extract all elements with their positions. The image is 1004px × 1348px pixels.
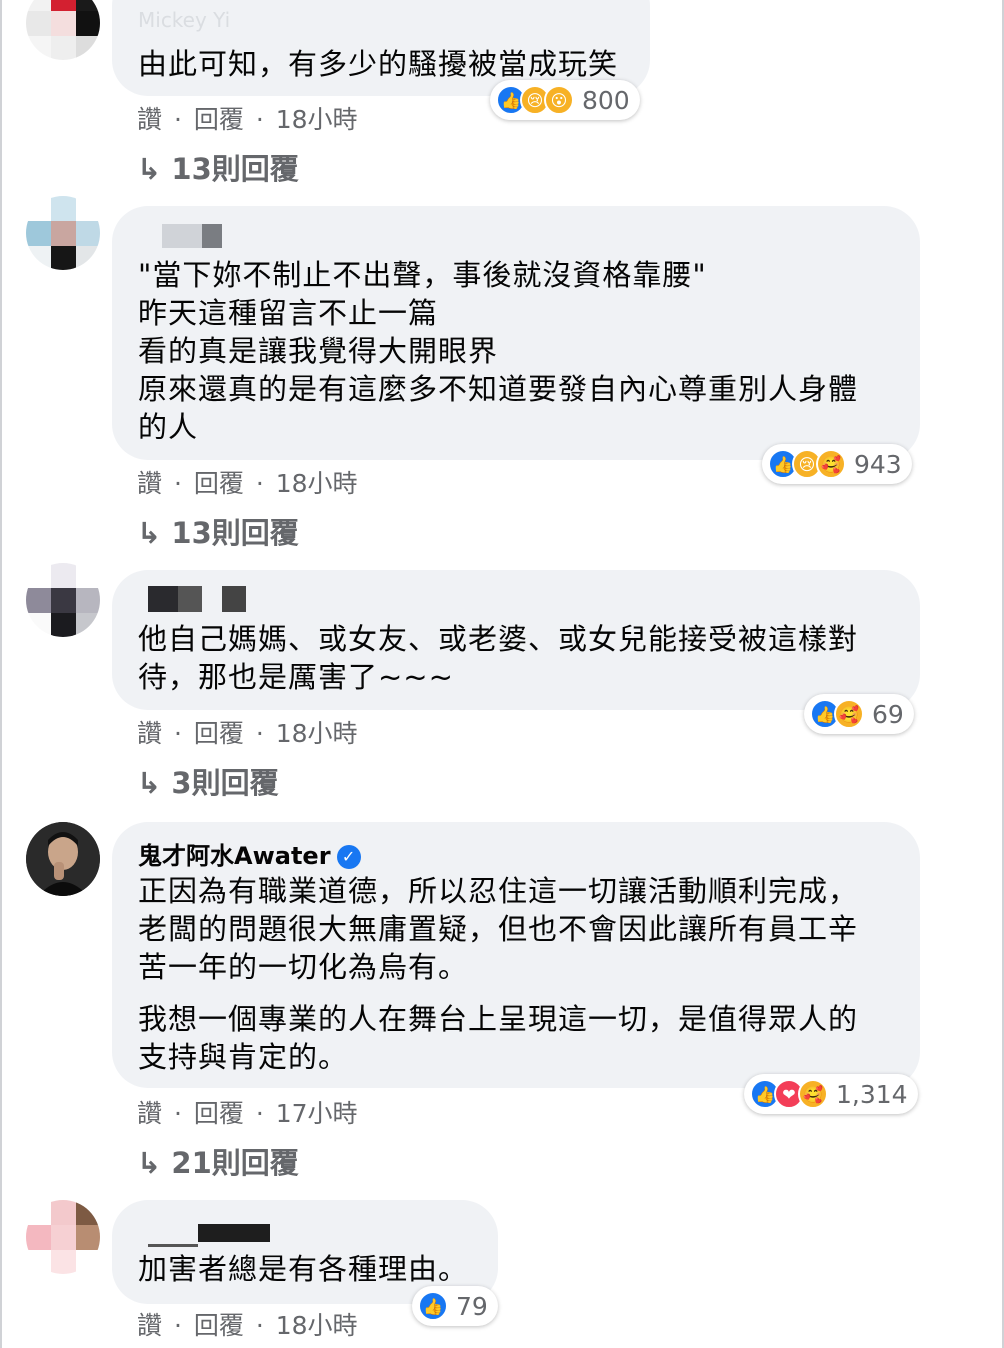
separator: · <box>255 1311 264 1340</box>
reaction-summary[interactable]: 👍 🥰 69 <box>804 694 914 734</box>
reaction-count: 69 <box>872 699 904 729</box>
separator: · <box>173 105 182 134</box>
separator: · <box>173 469 182 498</box>
care-reaction-icon: 🥰 <box>816 449 846 479</box>
separator: · <box>173 719 182 748</box>
reaction-count: 79 <box>456 1291 488 1321</box>
like-link[interactable]: 讚 <box>137 1311 162 1340</box>
reaction-summary[interactable]: 👍 😢 😮 800 <box>490 80 640 120</box>
comment-text-paragraph-2: 我想一個專業的人在舞台上呈現這一切，是值得眾人的 支持與肯定的。 <box>138 1002 859 1074</box>
comment-text: 加害者總是有各種理由。 <box>138 1252 469 1286</box>
timestamp[interactable]: 18小時 <box>276 1311 358 1340</box>
reaction-summary[interactable]: 👍 ❤ 🥰 1,314 <box>744 1074 918 1114</box>
redacted-name <box>202 224 222 248</box>
comment-bubble: 鬼才阿水Awater ✓ 正因為有職業道德，所以忍住這一切讓活動順利完成， 老闆的… <box>112 822 920 1088</box>
comment-bubble: "當下妳不制止不出聲，事後就沒資格靠腰" 昨天這種留言不止一篇 看的真是讓我覺得… <box>112 206 920 460</box>
view-replies-link[interactable]: ↳ 13則回覆 <box>137 146 299 188</box>
reaction-summary[interactable]: 👍 79 <box>412 1286 498 1326</box>
comment-actions: 讚 · 回覆 · 18小時 <box>137 100 362 136</box>
avatar[interactable] <box>26 822 100 896</box>
separator: · <box>173 1099 182 1128</box>
care-reaction-icon: 🥰 <box>798 1079 828 1109</box>
avatar[interactable] <box>26 0 100 60</box>
avatar[interactable] <box>26 1200 100 1274</box>
like-link[interactable]: 讚 <box>137 105 162 134</box>
comment-actions: 讚 · 回覆 · 18小時 <box>137 1306 362 1342</box>
comment-actions: 讚 · 回覆 · 18小時 <box>137 714 362 750</box>
comment-actions: 讚 · 回覆 · 18小時 <box>137 464 362 500</box>
profile-photo-icon <box>26 822 100 896</box>
reply-link[interactable]: 回覆 <box>194 1311 244 1340</box>
timestamp[interactable]: 18小時 <box>276 105 358 134</box>
avatar[interactable] <box>26 563 100 637</box>
timestamp[interactable]: 17小時 <box>276 1099 358 1128</box>
reaction-count: 800 <box>582 85 630 115</box>
separator: · <box>173 1311 182 1340</box>
comment-text: 他自己媽媽、或女友、或老婆、或女兒能接受被這樣對 待，那也是厲害了~~~ <box>138 622 859 694</box>
view-replies-link[interactable]: ↳ 13則回覆 <box>137 510 299 552</box>
author-name[interactable]: 鬼才阿水Awater ✓ <box>138 836 361 871</box>
separator: · <box>255 719 264 748</box>
author-name[interactable]: Mickey Yi <box>138 8 230 32</box>
redacted-name <box>222 586 246 612</box>
comment-text: "當下妳不制止不出聲，事後就沒資格靠腰" 昨天這種留言不止一篇 看的真是讓我覺得… <box>138 258 859 444</box>
redacted-name <box>148 1244 198 1247</box>
comments-feed: Mickey Yi 由此可知，有多少的騷擾被當成玩笑 👍 😢 😮 800 讚 ·… <box>0 0 1004 1348</box>
separator: · <box>255 469 264 498</box>
like-link[interactable]: 讚 <box>137 719 162 748</box>
reply-link[interactable]: 回覆 <box>194 469 244 498</box>
reaction-count: 1,314 <box>836 1079 908 1109</box>
author-name-text[interactable]: 鬼才阿水Awater <box>138 842 331 870</box>
comment-text: 由此可知，有多少的騷擾被當成玩笑 <box>138 47 619 81</box>
wow-reaction-icon: 😮 <box>544 85 574 115</box>
reply-link[interactable]: 回覆 <box>194 105 244 134</box>
verified-badge-icon: ✓ <box>336 845 361 869</box>
reaction-summary[interactable]: 👍 😢 🥰 943 <box>762 444 912 484</box>
reply-link[interactable]: 回覆 <box>194 719 244 748</box>
comment-bubble: 他自己媽媽、或女友、或老婆、或女兒能接受被這樣對 待，那也是厲害了~~~ <box>112 570 920 710</box>
reply-link[interactable]: 回覆 <box>194 1099 244 1128</box>
separator: · <box>255 1099 264 1128</box>
avatar[interactable] <box>26 196 100 270</box>
redacted-name <box>178 586 202 612</box>
view-replies-link[interactable]: ↳ 21則回覆 <box>137 1140 299 1182</box>
redacted-name <box>198 1224 270 1242</box>
comment-text: 正因為有職業道德，所以忍住這一切讓活動順利完成， 老闆的問題很大無庸置疑，但也不… <box>138 874 859 984</box>
comment-actions: 讚 · 回覆 · 17小時 <box>137 1094 362 1130</box>
like-reaction-icon: 👍 <box>418 1291 448 1321</box>
care-reaction-icon: 🥰 <box>834 699 864 729</box>
timestamp[interactable]: 18小時 <box>276 719 358 748</box>
view-replies-link[interactable]: ↳ 3則回覆 <box>137 760 279 802</box>
separator: · <box>255 105 264 134</box>
reaction-count: 943 <box>854 449 902 479</box>
redacted-name <box>148 586 178 612</box>
like-link[interactable]: 讚 <box>137 1099 162 1128</box>
timestamp[interactable]: 18小時 <box>276 469 358 498</box>
like-link[interactable]: 讚 <box>137 469 162 498</box>
